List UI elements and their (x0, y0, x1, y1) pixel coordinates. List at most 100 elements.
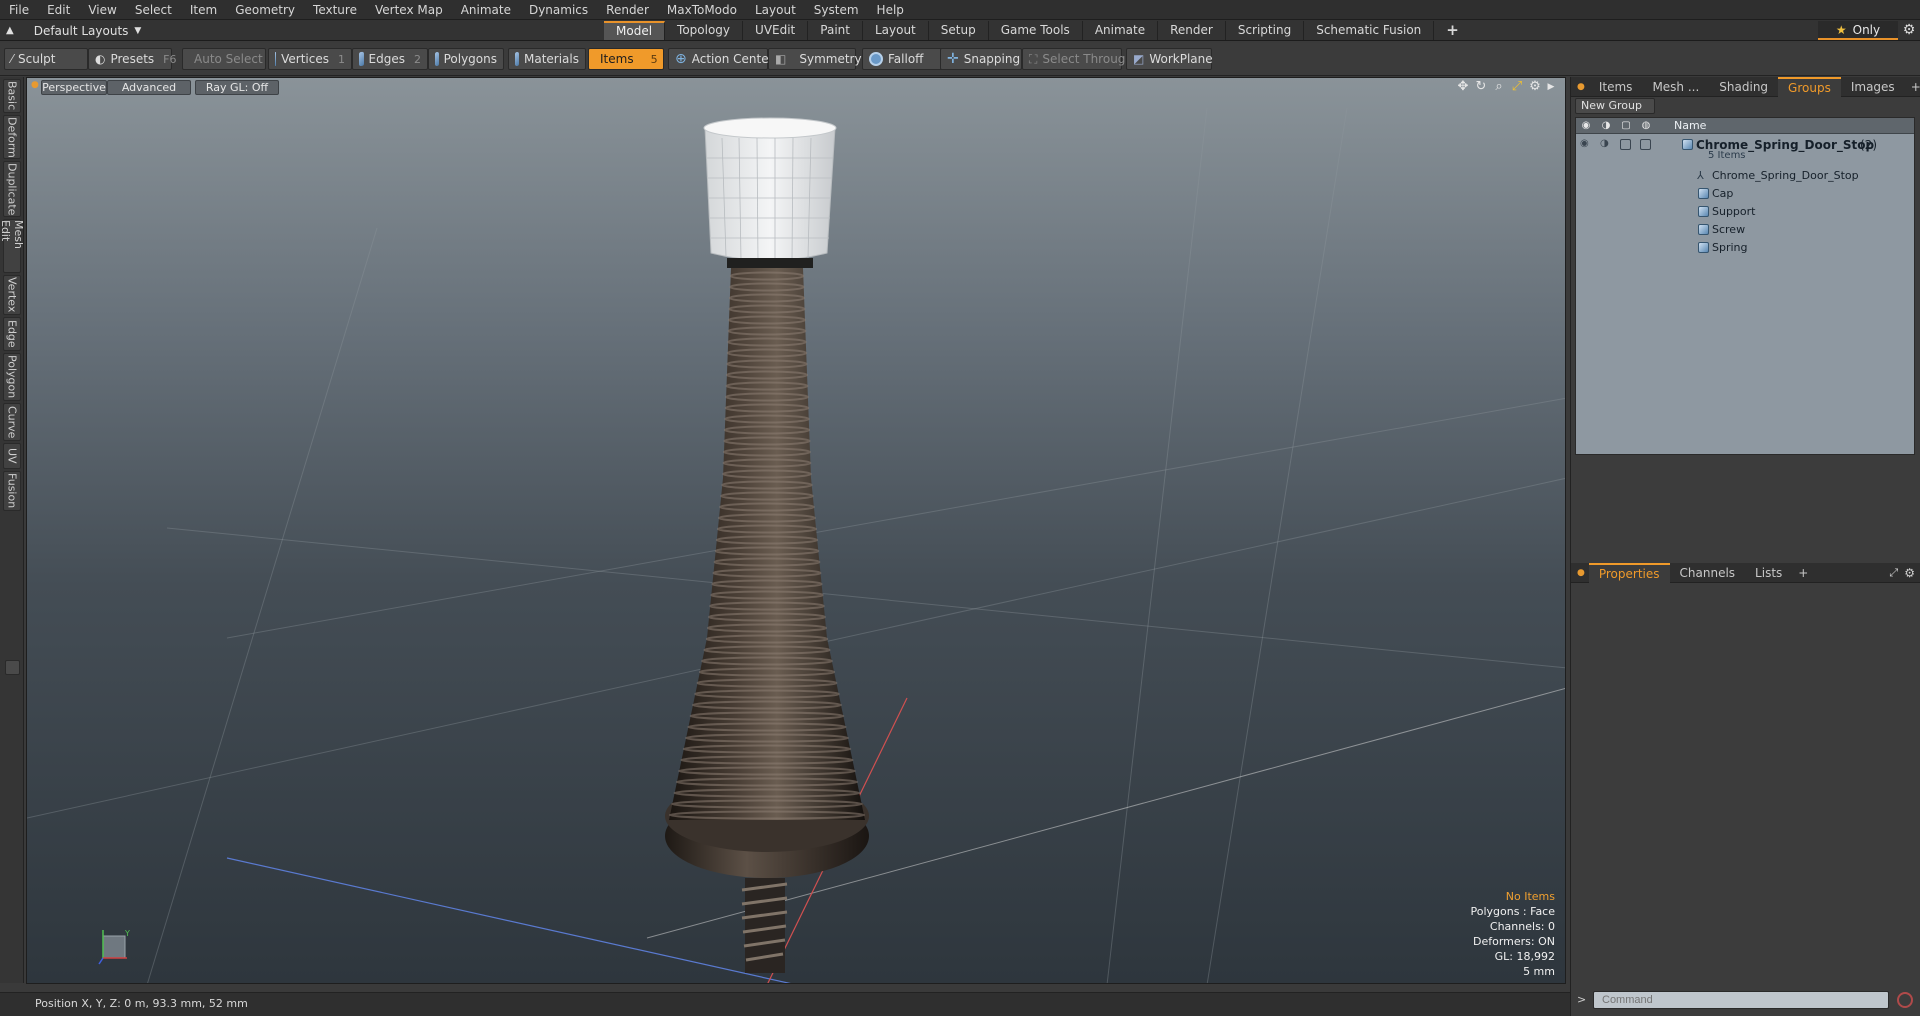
menu-texture[interactable]: Texture (304, 3, 366, 17)
menu-select[interactable]: Select (126, 3, 181, 17)
workplane-button[interactable]: ◩ WorkPlane (1126, 48, 1213, 70)
presets-button[interactable]: ◐ Presets F6 (88, 48, 176, 70)
viewport-menu-dot[interactable]: ● (31, 80, 39, 90)
tab-items[interactable]: Items (1589, 77, 1643, 97)
vtab-basic[interactable]: Basic (3, 79, 21, 113)
menu-help[interactable]: Help (868, 3, 913, 17)
menu-item[interactable]: Item (181, 3, 226, 17)
tab-animate[interactable]: Animate (1083, 21, 1159, 40)
collapse-icon[interactable]: ▲ (6, 25, 14, 36)
sculpt-button[interactable]: ⁄ Sculpt (4, 48, 88, 70)
lock-checkbox[interactable] (1620, 139, 1631, 150)
add-props-tab-button[interactable]: + (1792, 563, 1814, 583)
edges-button[interactable]: Edges 2 (352, 48, 428, 70)
auto-select-button[interactable]: Auto Select (182, 48, 266, 70)
tab-lists[interactable]: Lists (1745, 563, 1792, 583)
menu-edit[interactable]: Edit (38, 3, 79, 17)
tab-layout[interactable]: Layout (863, 21, 929, 40)
vtab-edge[interactable]: Edge (3, 317, 21, 351)
add-tab-button[interactable]: + (1434, 21, 1471, 40)
tab-topology[interactable]: Topology (665, 21, 744, 40)
tab-setup[interactable]: Setup (929, 21, 989, 40)
menu-file[interactable]: File (0, 3, 38, 17)
list-item[interactable]: Support (1576, 203, 1914, 221)
vtab-uv[interactable]: UV (3, 443, 21, 469)
eye-icon[interactable]: ◉ (1580, 138, 1589, 149)
tab-model[interactable]: Model (604, 21, 666, 40)
materials-button[interactable]: Materials (508, 48, 586, 70)
props-maximize-icon[interactable]: ⤢ (1889, 566, 1898, 580)
perspective-button[interactable]: Perspective (41, 80, 107, 95)
items-button[interactable]: Items 5 (588, 48, 664, 70)
viewport-settings-icon[interactable]: ⚙ (1527, 79, 1543, 95)
command-input[interactable] (1593, 991, 1889, 1009)
menu-render[interactable]: Render (597, 3, 658, 17)
zoom-view-icon[interactable]: ⌕ (1491, 79, 1507, 95)
tab-groups[interactable]: Groups (1778, 76, 1841, 97)
tab-paint[interactable]: Paint (808, 21, 863, 40)
menu-layout[interactable]: Layout (746, 3, 805, 17)
render-col-icon[interactable]: ◑ (1599, 119, 1613, 133)
select-through-button[interactable]: ⛶ Select Through (1022, 48, 1133, 70)
list-item[interactable]: Screw (1576, 221, 1914, 239)
menu-system[interactable]: System (805, 3, 868, 17)
props-menu-dot[interactable]: ● (1571, 568, 1589, 578)
tab-properties[interactable]: Properties (1588, 562, 1670, 583)
tab-shading[interactable]: Shading (1709, 77, 1778, 97)
props-settings-icon[interactable]: ⚙ (1898, 566, 1920, 580)
menu-geometry[interactable]: Geometry (226, 3, 304, 17)
menu-view[interactable]: View (79, 3, 125, 17)
record-macro-icon[interactable] (1897, 992, 1913, 1008)
raygl-button[interactable]: Ray GL: Off (195, 80, 279, 95)
vtab-duplicate[interactable]: Duplicate (3, 161, 21, 217)
vtab-vertex[interactable]: Vertex (3, 275, 21, 315)
tab-render[interactable]: Render (1158, 21, 1226, 40)
tab-images[interactable]: Images (1841, 77, 1905, 97)
tab-scripting[interactable]: Scripting (1226, 21, 1305, 40)
only-button[interactable]: ★ Only (1818, 21, 1898, 40)
tab-game-tools[interactable]: Game Tools (989, 21, 1083, 40)
snapping-button[interactable]: ✛ Snapping (940, 48, 1022, 70)
select-checkbox[interactable] (1640, 139, 1651, 150)
menu-maxtomodo[interactable]: MaxToModo (658, 3, 746, 17)
vtab-fusion[interactable]: Fusion (3, 471, 21, 511)
3d-viewport[interactable]: ● Perspective Advanced Ray GL: Off ✥ ↻ ⌕… (26, 77, 1566, 984)
vtab-curve[interactable]: Curve (3, 403, 21, 441)
tab-mesh[interactable]: Mesh ... (1642, 77, 1709, 97)
panel-menu-dot[interactable]: ● (1571, 82, 1589, 92)
list-item[interactable]: Cap (1576, 185, 1914, 203)
visibility-col-icon[interactable]: ◉ (1579, 119, 1593, 133)
tab-schematic-fusion[interactable]: Schematic Fusion (1304, 21, 1435, 40)
advanced-button[interactable]: Advanced (107, 80, 191, 95)
move-view-icon[interactable]: ✥ (1455, 79, 1471, 95)
vtab-mesh-edit[interactable]: Mesh Edit (0, 219, 25, 273)
menu-animate[interactable]: Animate (452, 3, 520, 17)
symmetry-button[interactable]: ◧ Symmetry (768, 48, 862, 70)
render-toggle-icon[interactable]: ◑ (1600, 138, 1609, 149)
list-item[interactable]: Spring (1576, 239, 1914, 257)
name-column-header[interactable]: Name (1674, 119, 1706, 132)
menu-dynamics[interactable]: Dynamics (520, 3, 597, 17)
action-center-button[interactable]: ⊕ Action Center (668, 48, 774, 70)
list-item[interactable]: ⅄ Chrome_Spring_Door_Stop (1576, 167, 1914, 185)
toolbox-toggle[interactable] (5, 660, 20, 675)
polygons-button[interactable]: Polygons (428, 48, 504, 70)
add-panel-tab-button[interactable]: + (1905, 77, 1920, 97)
layout-dropdown[interactable]: ▲ Default Layouts ▼ (6, 20, 141, 41)
falloff-button[interactable]: Falloff (862, 48, 946, 70)
vtab-polygon[interactable]: Polygon (3, 353, 21, 401)
maximize-view-icon[interactable]: ⤢ (1509, 79, 1525, 95)
menu-vertex-map[interactable]: Vertex Map (366, 3, 452, 17)
gear-icon[interactable]: ⚙ (1898, 21, 1920, 40)
viewport-expand-icon[interactable]: ▶ (1543, 79, 1559, 95)
vtab-deform[interactable]: Deform (3, 115, 21, 159)
chevron-down-icon: ▼ (134, 25, 142, 36)
new-group-button[interactable]: New Group (1575, 98, 1655, 114)
lock-col-icon[interactable]: ▢ (1619, 119, 1633, 133)
vertices-button[interactable]: Vertices 1 (268, 48, 352, 70)
rotate-view-icon[interactable]: ↻ (1473, 79, 1489, 95)
member-label: Cap (1712, 187, 1734, 200)
tab-channels[interactable]: Channels (1670, 563, 1746, 583)
tab-uvedit[interactable]: UVEdit (743, 21, 809, 40)
select-col-icon[interactable]: ◍ (1639, 119, 1653, 133)
